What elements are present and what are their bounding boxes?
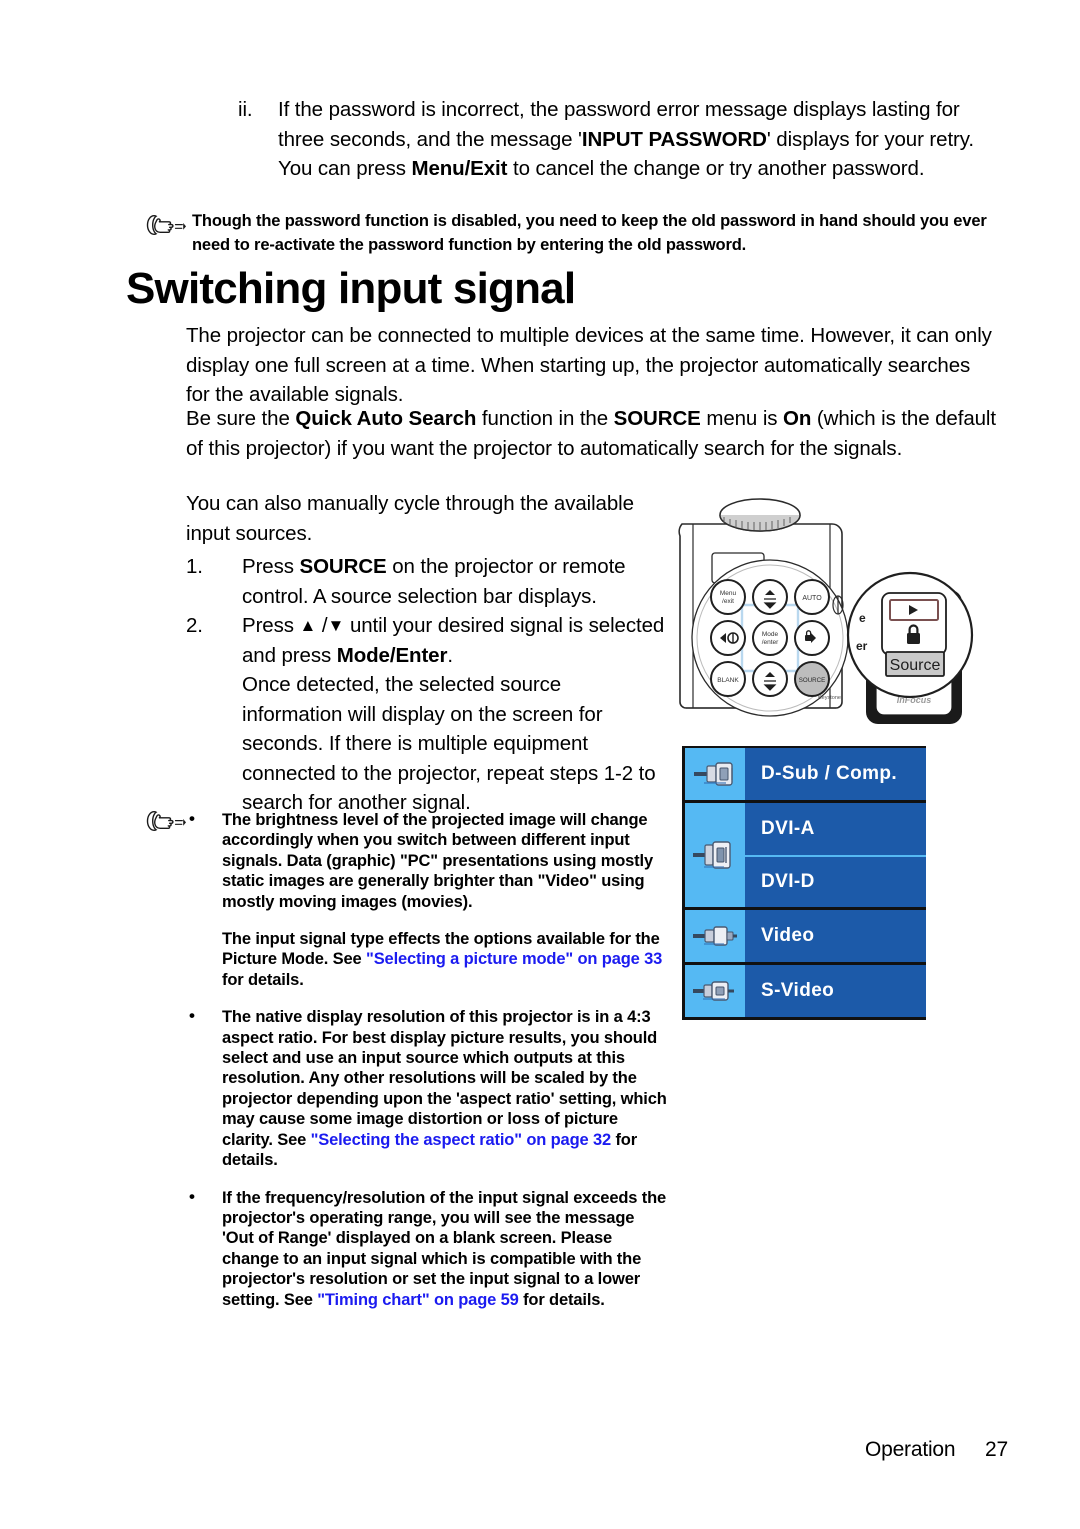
source-group-svideo: S-Video [685,965,926,1020]
roman-list-text: If the password is incorrect, the passwo… [278,98,975,180]
step-2-number: 2. [186,614,203,637]
source-row-dvi-a[interactable]: DVI-A [745,803,926,855]
note-item-text: The input signal type effects the option… [222,930,663,989]
footer-section-label: Operation [864,1438,956,1461]
note-item-native-resolution: • The native display resolution of this … [186,1006,668,1170]
step-2-subtext: Once detected, the selected source infor… [242,673,656,814]
note-item-text: The native display resolution of this pr… [222,1008,667,1170]
step-1-number: 1. [186,555,203,578]
note-item-out-of-range: • If the frequency/resolution of the inp… [186,1186,668,1310]
composite-video-connector-icon [685,910,745,962]
note-item-picture-mode: The input signal type effects the option… [186,929,668,990]
manual-page: ii. If the password is incorrect, the pa… [0,0,1080,1529]
svg-text:Keystone: Keystone [818,695,841,701]
vga-dsub-connector-icon [685,748,745,800]
note-item-text: The brightness level of the projected im… [222,811,653,911]
source-row-dvi-d[interactable]: DVI-D [745,855,926,907]
bullet-glyph: • [189,1186,195,1206]
step-1: 1. Press SOURCE on the projector or remo… [186,552,666,611]
svg-text:e: e [859,611,866,625]
cross-reference-link[interactable]: "Timing chart" on page 59 [317,1291,519,1309]
source-group-dsub: D-Sub / Comp. [685,746,926,803]
source-label: S-Video [761,980,835,1001]
source-group-video: Video [685,910,926,965]
svg-text:AUTO: AUTO [802,595,822,602]
svg-text:er: er [856,639,868,653]
pointing-hand-icon [146,810,186,832]
svg-text:Menu: Menu [720,590,737,597]
source-row-dsub-comp[interactable]: D-Sub / Comp. [745,748,926,800]
cross-reference-link[interactable]: "Selecting a picture mode" on page 33 [366,950,662,968]
s-video-connector-icon [685,965,745,1017]
cross-reference-link[interactable]: "Selecting the aspect ratio" on page 32 [311,1131,612,1149]
bullet-glyph: • [189,809,195,828]
svg-text:BLANK: BLANK [717,677,739,684]
source-label: Video [761,925,815,946]
source-rows: DVI-A DVI-D [745,803,926,907]
step-2: 2. Press ▲ /▼ until your desired signal … [186,611,666,670]
roman-list-item-ii: ii. If the password is incorrect, the pa… [238,95,998,184]
step-2-text: Press ▲ /▼ until your desired signal is … [242,614,665,667]
paragraph-multiple-devices: The projector can be connected to multip… [186,324,992,406]
page-footer: Operation 27 [0,1438,1008,1462]
source-label: DVI-A [761,818,815,839]
notes-list: • The brightness level of the projected … [186,809,668,1327]
source-label: D-Sub / Comp. [761,763,898,784]
roman-list-marker: ii. [238,98,253,121]
source-rows: S-Video [745,965,926,1017]
footer-page-number: 27 [985,1438,1008,1461]
bullet-glyph: • [189,1006,195,1026]
pointing-hand-icon [146,214,186,236]
source-rows: D-Sub / Comp. [745,748,926,800]
svg-text:Mode: Mode [762,631,779,638]
note-item-text: If the frequency/resolution of the input… [222,1188,667,1309]
paragraph-manual-cycle: You can also manually cycle through the … [186,492,634,545]
source-group-dvi: DVI-A DVI-D [685,803,926,910]
svg-text:SOURCE: SOURCE [799,677,825,684]
source-row-s-video[interactable]: S-Video [745,965,926,1017]
page-title: Switching input signal [126,264,576,313]
source-rows: Video [745,910,926,962]
projector-keypad-illustration: Menu /exit AUTO Mode /enter BLANK SOURCE… [678,498,974,724]
paragraph-quick-auto-search: Be sure the Quick Auto Search function i… [186,407,996,460]
svg-text:Source: Source [890,657,941,674]
svg-text:/exit: /exit [722,598,734,605]
step-1-text: Press SOURCE on the projector or remote … [242,555,626,608]
note-item-brightness: • The brightness level of the projected … [186,809,668,912]
source-row-video[interactable]: Video [745,910,926,962]
note-password-reactivate: Though the password function is disabled… [192,212,987,254]
source-label: DVI-D [761,871,815,892]
dvi-connector-icon [685,803,745,907]
svg-text:/enter: /enter [762,639,779,646]
numbered-steps-list: 1. Press SOURCE on the projector or remo… [186,552,666,818]
source-selection-bar[interactable]: D-Sub / Comp. DVI-A DVI-D Video S-Video [682,746,926,1020]
